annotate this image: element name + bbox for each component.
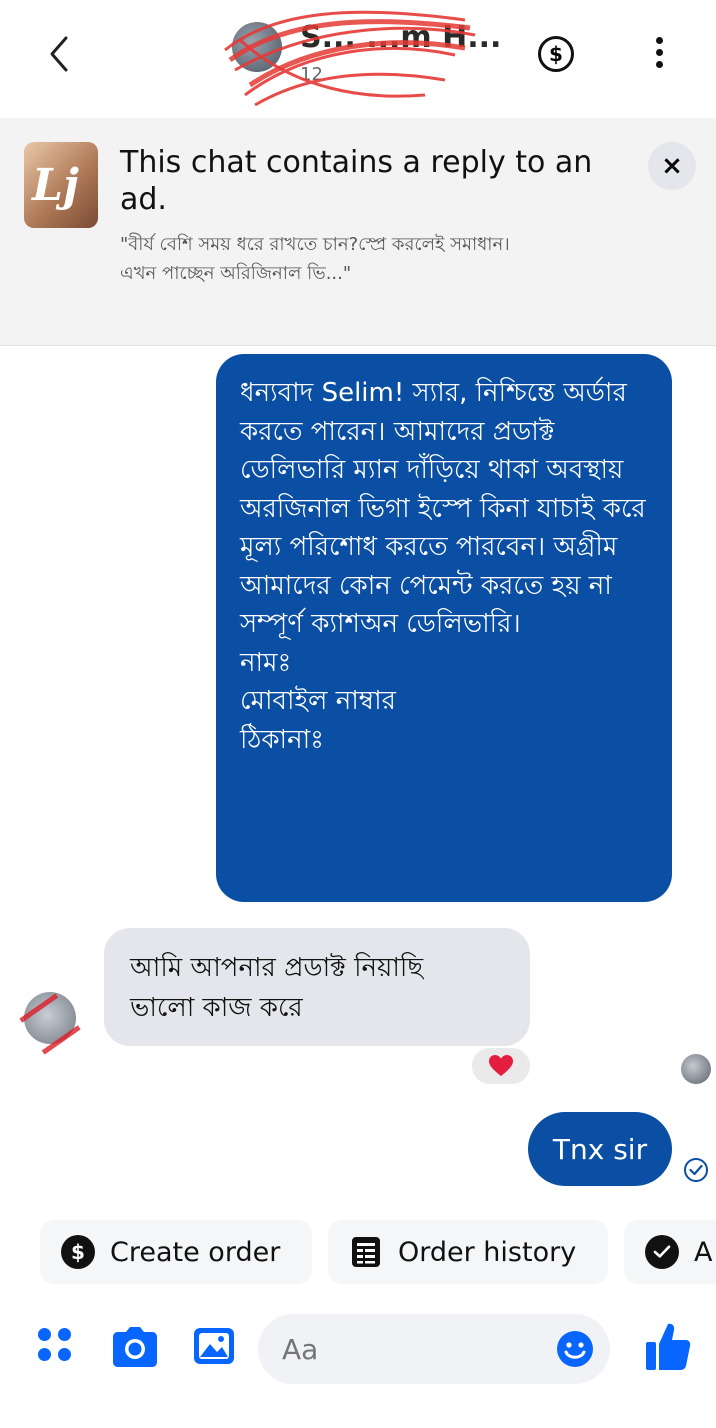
redaction-scribble — [224, 10, 476, 107]
ad-banner-title: This chat contains a reply to an ad. — [120, 145, 593, 217]
receipt-icon — [352, 1237, 380, 1267]
order-history-button[interactable]: Order history — [328, 1220, 608, 1284]
ad-thumbnail[interactable]: Lj — [24, 142, 98, 228]
close-icon: × — [661, 151, 683, 181]
incoming-message[interactable]: আমি আপনার প্রডাক্ট নিয়াছি ভালো কাজ করে — [104, 928, 530, 1046]
third-action-button[interactable]: A — [624, 1220, 716, 1284]
message-reaction[interactable] — [470, 1046, 532, 1086]
chat-header: S... ...m H... 12 $ — [0, 0, 716, 112]
message-composer — [0, 1310, 716, 1400]
chevron-left-icon — [50, 36, 68, 72]
delivered-check-icon — [684, 1158, 708, 1182]
ad-reply-banner: Lj This chat contains a reply to an ad. … — [0, 118, 716, 346]
apps-icon[interactable] — [38, 1328, 74, 1364]
dollar-icon: $ — [61, 1235, 95, 1269]
check-circle-icon — [645, 1235, 679, 1269]
ad-quote-text: "বীর্য বেশি সময় ধরে রাখতে চান?স্প্রে কর… — [120, 234, 510, 284]
outgoing-message[interactable]: ধন্যবাদ Selim! স্যার, নিশ্চিন্তে অর্ডার … — [216, 354, 672, 902]
emoji-icon[interactable] — [556, 1330, 594, 1368]
dollar-circle-icon: $ — [549, 42, 563, 66]
more-options-button[interactable] — [646, 34, 672, 74]
close-banner-button[interactable]: × — [648, 142, 696, 190]
gallery-icon[interactable] — [192, 1324, 236, 1368]
payments-button[interactable]: $ — [538, 36, 574, 72]
heart-icon — [489, 1055, 513, 1076]
back-button[interactable] — [40, 30, 80, 78]
order-history-label: Order history — [398, 1236, 577, 1268]
create-order-button[interactable]: $ Create order — [40, 1220, 312, 1284]
third-action-label: A — [694, 1236, 713, 1268]
thumbs-up-icon[interactable] — [644, 1320, 692, 1372]
outgoing-message[interactable]: Tnx sir — [528, 1112, 672, 1186]
seen-avatar — [681, 1054, 711, 1084]
sender-avatar[interactable] — [24, 992, 76, 1044]
create-order-label: Create order — [110, 1236, 281, 1268]
camera-icon[interactable] — [112, 1324, 158, 1368]
